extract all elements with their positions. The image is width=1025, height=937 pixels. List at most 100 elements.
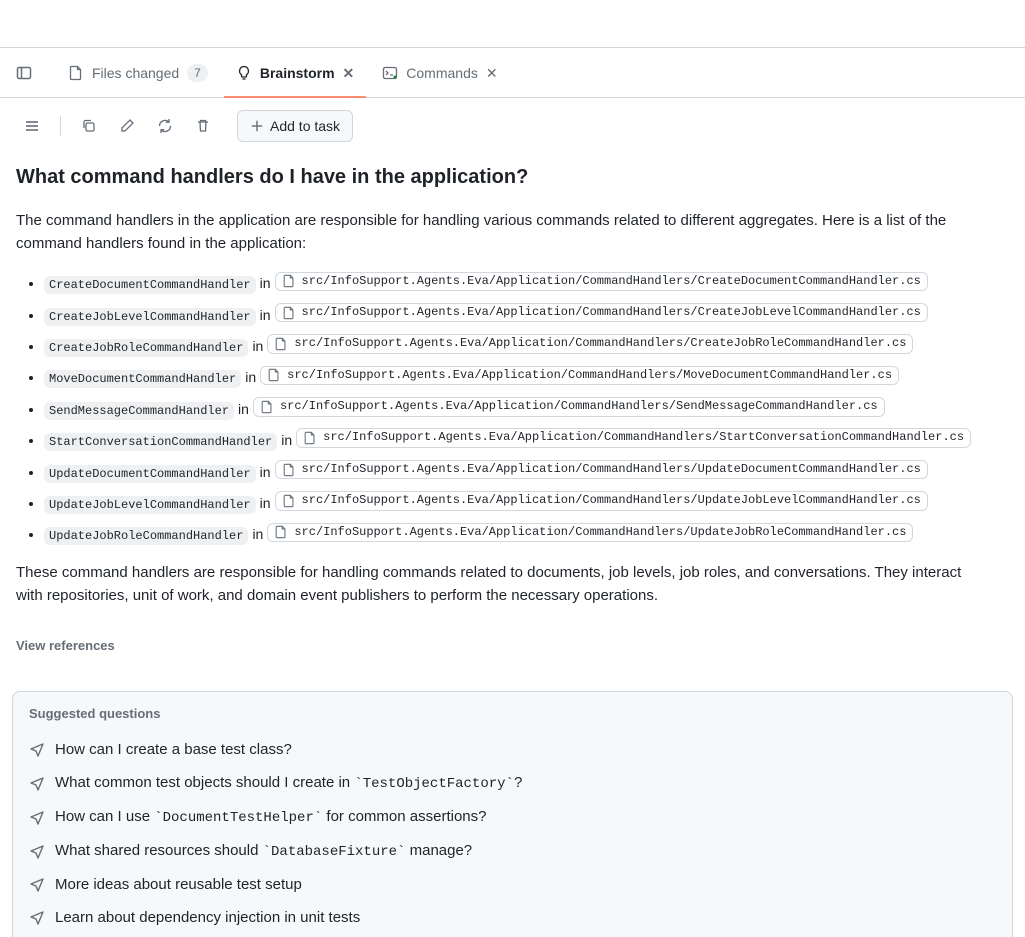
suggested-question[interactable]: How can I create a base test class?: [29, 733, 996, 766]
tab-bar: Files changed 7 Brainstorm ✕ Commands ✕: [0, 48, 1025, 98]
add-to-task-button[interactable]: Add to task: [237, 110, 353, 142]
tab-label: Brainstorm: [260, 65, 335, 81]
file-chip[interactable]: src/InfoSupport.Agents.Eva/Application/C…: [253, 397, 885, 417]
handler-item: CreateJobRoleCommandHandlerin src/InfoSup…: [44, 334, 984, 356]
menu-button[interactable]: [16, 110, 48, 142]
in-word: in: [260, 307, 271, 323]
handler-name: MoveDocumentCommandHandler: [44, 370, 241, 388]
hamburger-icon: [24, 118, 40, 134]
suggested-question[interactable]: What common test objects should I create…: [29, 766, 996, 800]
suggested-question[interactable]: What shared resources should `DatabaseFi…: [29, 834, 996, 868]
file-path: src/InfoSupport.Agents.Eva/Application/C…: [302, 305, 921, 321]
lightbulb-icon: [236, 65, 252, 81]
file-path: src/InfoSupport.Agents.Eva/Application/C…: [302, 274, 921, 290]
suggested-questions-panel: Suggested questions How can I create a b…: [12, 691, 1013, 937]
file-icon: [282, 306, 296, 320]
in-word: in: [260, 464, 271, 480]
in-word: in: [281, 432, 292, 448]
file-chip[interactable]: src/InfoSupport.Agents.Eva/Application/C…: [267, 523, 913, 543]
handler-name: CreateJobRoleCommandHandler: [44, 339, 248, 357]
file-chip[interactable]: src/InfoSupport.Agents.Eva/Application/C…: [267, 334, 913, 354]
tab-files-changed[interactable]: Files changed 7: [56, 48, 220, 98]
question-heading: What command handlers do I have in the a…: [16, 166, 984, 189]
file-chip[interactable]: src/InfoSupport.Agents.Eva/Application/C…: [275, 272, 928, 292]
handler-item: StartConversationCommandHandlerin src/Inf…: [44, 428, 984, 450]
handler-item: SendMessageCommandHandlerinsrc/InfoSuppo…: [44, 397, 984, 419]
delete-button[interactable]: [187, 110, 219, 142]
plus-icon: [250, 119, 264, 133]
in-word: in: [260, 495, 271, 511]
send-icon: [29, 741, 45, 757]
add-to-task-label: Add to task: [270, 118, 340, 134]
suggested-question[interactable]: More ideas about reusable test setup: [29, 868, 996, 901]
file-icon: [282, 274, 296, 288]
handler-name: UpdateDocumentCommandHandler: [44, 465, 256, 483]
file-path: src/InfoSupport.Agents.Eva/Application/C…: [302, 462, 921, 478]
in-word: in: [260, 275, 271, 291]
suggested-question[interactable]: How can I use `DocumentTestHelper` for c…: [29, 800, 996, 834]
terminal-icon: [382, 65, 398, 81]
file-icon: [282, 463, 296, 477]
file-icon: [267, 368, 281, 382]
suggested-title: Suggested questions: [29, 706, 996, 721]
toolbar: Add to task: [0, 98, 1025, 154]
answer-intro: The command handlers in the application …: [16, 209, 984, 256]
suggested-text: How can I create a base test class?: [55, 741, 292, 758]
pencil-icon: [119, 118, 135, 134]
view-references-link[interactable]: View references: [16, 638, 115, 653]
copy-icon: [81, 118, 97, 134]
in-word: in: [252, 338, 263, 354]
toggle-sidebar-button[interactable]: [8, 57, 40, 89]
send-icon: [29, 909, 45, 925]
main-content: What command handlers do I have in the a…: [0, 154, 1000, 691]
file-path: src/InfoSupport.Agents.Eva/Application/C…: [302, 493, 921, 509]
handler-item: UpdateJobRoleCommandHandlerin src/InfoSup…: [44, 523, 984, 545]
file-chip[interactable]: src/InfoSupport.Agents.Eva/Application/C…: [275, 491, 928, 511]
edit-button[interactable]: [111, 110, 143, 142]
suggested-question[interactable]: Learn about dependency injection in unit…: [29, 901, 996, 934]
panel-icon: [16, 65, 32, 81]
suggested-text: What shared resources should `DatabaseFi…: [55, 842, 472, 860]
close-icon[interactable]: ✕: [486, 66, 498, 80]
file-chip[interactable]: src/InfoSupport.Agents.Eva/Application/C…: [296, 428, 971, 448]
handler-item: UpdateDocumentCommandHandlerin src/InfoSu…: [44, 460, 984, 482]
tab-brainstorm[interactable]: Brainstorm ✕: [224, 48, 366, 98]
file-path: src/InfoSupport.Agents.Eva/Application/C…: [287, 368, 892, 384]
top-spacer: [0, 0, 1025, 48]
file-path: src/InfoSupport.Agents.Eva/Application/C…: [294, 336, 906, 352]
handler-name: CreateJobLevelCommandHandler: [44, 308, 256, 326]
tab-commands[interactable]: Commands ✕: [370, 48, 509, 98]
handler-name: StartConversationCommandHandler: [44, 433, 277, 451]
handler-name: UpdateJobLevelCommandHandler: [44, 496, 256, 514]
file-icon: [303, 431, 317, 445]
tab-label: Commands: [406, 65, 478, 81]
suggested-text: More ideas about reusable test setup: [55, 876, 302, 893]
in-word: in: [238, 401, 249, 417]
separator: [60, 116, 61, 136]
file-icon: [282, 494, 296, 508]
file-path: src/InfoSupport.Agents.Eva/Application/C…: [323, 430, 964, 446]
in-word: in: [252, 526, 263, 542]
send-icon: [29, 809, 45, 825]
files-count-badge: 7: [187, 64, 208, 82]
handlers-list: CreateDocumentCommandHandlerinsrc/InfoSu…: [16, 272, 984, 546]
copy-button[interactable]: [73, 110, 105, 142]
handler-name: SendMessageCommandHandler: [44, 402, 234, 420]
in-word: in: [245, 369, 256, 385]
handler-name: UpdateJobRoleCommandHandler: [44, 527, 248, 545]
file-path: src/InfoSupport.Agents.Eva/Application/C…: [294, 525, 906, 541]
close-icon[interactable]: ✕: [343, 66, 355, 80]
suggested-text: What common test objects should I create…: [55, 774, 522, 792]
file-chip[interactable]: src/InfoSupport.Agents.Eva/Application/C…: [275, 460, 928, 480]
handler-item: CreateJobLevelCommandHandlerin src/InfoSu…: [44, 303, 984, 325]
send-icon: [29, 843, 45, 859]
file-chip[interactable]: src/InfoSupport.Agents.Eva/Application/C…: [260, 366, 899, 386]
handler-item: UpdateJobLevelCommandHandlerin src/InfoSu…: [44, 491, 984, 513]
refresh-button[interactable]: [149, 110, 181, 142]
suggested-text: How can I use `DocumentTestHelper` for c…: [55, 808, 486, 826]
answer-outro: These command handlers are responsible f…: [16, 561, 984, 608]
handler-item: CreateDocumentCommandHandlerinsrc/InfoSu…: [44, 272, 984, 294]
suggested-text: Learn about dependency injection in unit…: [55, 909, 360, 926]
file-chip[interactable]: src/InfoSupport.Agents.Eva/Application/C…: [275, 303, 928, 323]
send-icon: [29, 876, 45, 892]
